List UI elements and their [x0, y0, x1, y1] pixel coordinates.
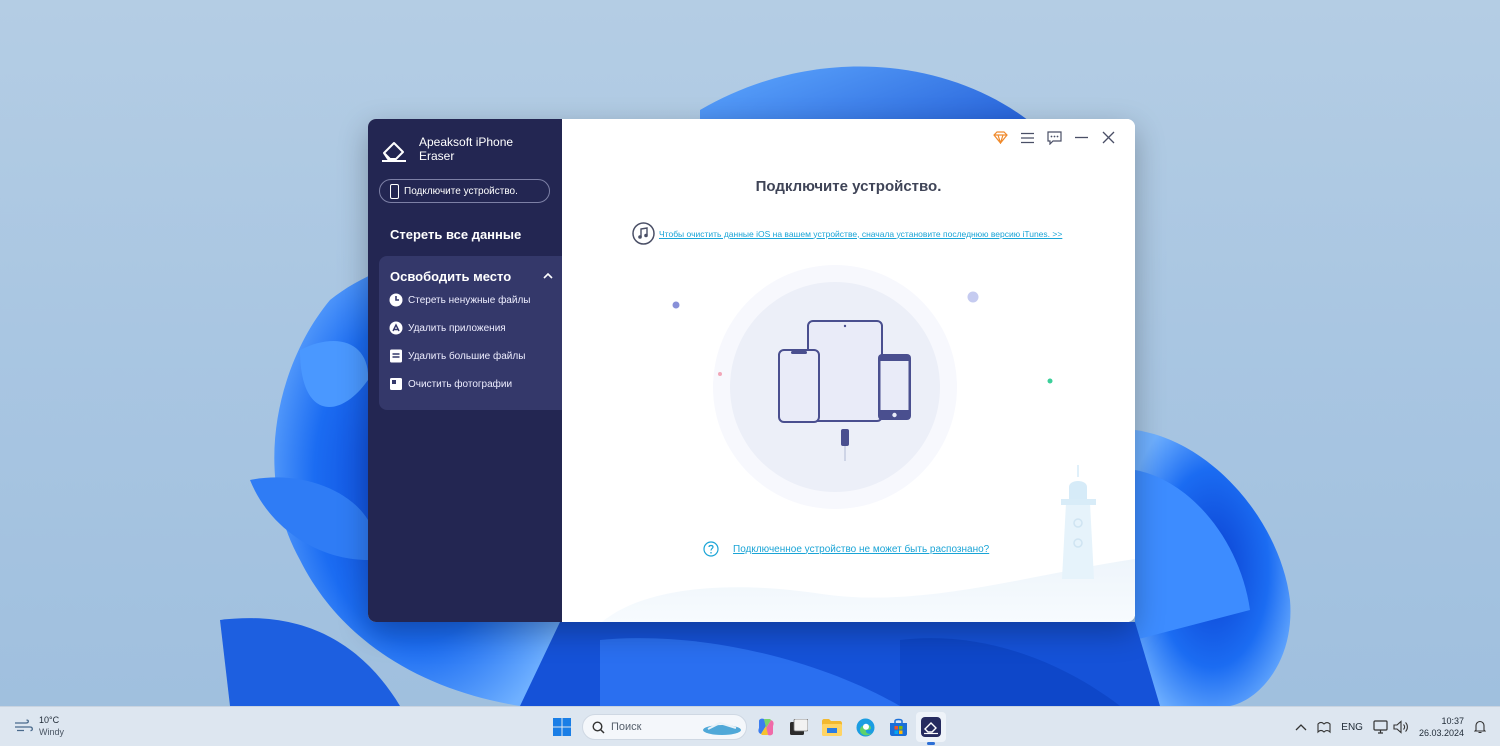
iphone-eraser-taskbar-button[interactable] — [916, 712, 946, 745]
weather-temp: 10°C — [39, 715, 60, 725]
search-highlight-image — [703, 721, 741, 735]
sidebar-item-label: Очистить фотографии — [408, 378, 513, 390]
volume-button[interactable] — [1393, 720, 1409, 734]
notifications-button[interactable] — [1474, 720, 1486, 734]
main-panel: Подключите устройство. Чтобы очистить да… — [562, 119, 1135, 622]
phone-icon — [390, 183, 399, 199]
search-placeholder: Поиск — [611, 721, 642, 733]
network-button[interactable] — [1373, 720, 1389, 734]
app-name: Apeaksoft iPhone Eraser — [419, 135, 514, 163]
file-explorer-button[interactable] — [817, 712, 847, 742]
minimize-icon[interactable] — [1073, 129, 1090, 146]
store-button[interactable] — [883, 712, 913, 742]
weather-widget[interactable]: 10°C Windy — [14, 714, 64, 738]
music-note-icon — [632, 222, 655, 245]
device-selector-label: Подключите устройство. — [404, 185, 518, 197]
chevron-up-icon — [1295, 724, 1307, 731]
app-store-icon — [389, 321, 403, 335]
diamond-icon[interactable] — [992, 129, 1009, 146]
feedback-icon[interactable] — [1046, 129, 1063, 146]
clock-date: 26.03.2024 — [1418, 728, 1464, 738]
sidebar-group-title[interactable]: Освободить место — [390, 269, 511, 284]
device-not-recognized-link[interactable]: Подключенное устройство не может быть ра… — [733, 544, 989, 555]
sidebar-item-erase-all[interactable]: Стереть все данные — [390, 227, 521, 242]
task-view-icon — [790, 719, 808, 735]
file-icon — [390, 349, 402, 363]
sidebar-item-large-files[interactable]: Удалить большие файлы — [389, 349, 525, 363]
photo-icon — [390, 378, 402, 390]
sidebar-item-label: Удалить приложения — [408, 322, 506, 334]
start-button[interactable] — [547, 712, 577, 742]
weather-desc: Windy — [39, 727, 65, 737]
page-title: Подключите устройство. — [755, 178, 942, 195]
app-brand: Apeaksoft iPhone Eraser — [380, 135, 529, 164]
sidebar-item-label: Стереть ненужные файлы — [408, 294, 531, 306]
question-icon — [703, 541, 719, 557]
speaker-icon — [1393, 720, 1408, 734]
clock-time: 10:37 — [1441, 716, 1464, 726]
language-indicator[interactable]: ENG — [1341, 722, 1363, 733]
folder-icon — [822, 718, 842, 736]
eraser-logo-icon — [382, 142, 406, 162]
taskbar-search[interactable]: Поиск — [582, 714, 747, 740]
close-icon[interactable] — [1100, 129, 1117, 146]
system-tray: ENG 10:37 26.03.2024 — [1295, 707, 1500, 746]
help-notice: Подключенное устройство не может быть ра… — [703, 541, 989, 557]
windows-icon — [553, 718, 571, 736]
store-icon — [889, 718, 907, 736]
copilot-icon — [758, 718, 774, 736]
device-selector[interactable]: Подключите устройство. — [379, 179, 550, 203]
itunes-notice: Чтобы очистить данные iOS на вашем устро… — [632, 222, 1062, 245]
clock-icon — [389, 293, 403, 307]
itunes-install-link[interactable]: Чтобы очистить данные iOS на вашем устро… — [659, 229, 1062, 239]
tray-app-button[interactable] — [1317, 721, 1331, 734]
chevron-up-icon[interactable] — [542, 270, 554, 282]
app-window: Apeaksoft iPhone Eraser Подключите устро… — [368, 119, 1135, 622]
tray-overflow-button[interactable] — [1295, 723, 1307, 731]
copilot-button[interactable] — [751, 712, 781, 742]
sidebar-item-clean-photos[interactable]: Очистить фотографии — [389, 377, 512, 391]
eraser-app-icon — [921, 717, 941, 737]
sidebar: Apeaksoft iPhone Eraser Подключите устро… — [368, 119, 562, 622]
sidebar-item-uninstall-apps[interactable]: Удалить приложения — [389, 321, 506, 335]
taskbar-apps: Поиск — [547, 712, 949, 745]
window-controls — [992, 129, 1117, 146]
menu-icon[interactable] — [1019, 129, 1036, 146]
clock[interactable]: 10:37 26.03.2024 — [1419, 715, 1464, 739]
edge-icon — [856, 718, 874, 736]
sidebar-item-junk-files[interactable]: Стереть ненужные файлы — [389, 293, 530, 307]
taskbar: 10°C Windy Поиск ENG 10:37 26.03.2024 — [0, 706, 1500, 746]
task-view-button[interactable] — [784, 712, 814, 742]
world-icon — [1317, 721, 1331, 733]
edge-button[interactable] — [850, 712, 880, 742]
monitor-network-icon — [1373, 720, 1388, 734]
bell-icon — [1474, 720, 1486, 734]
wind-icon — [15, 719, 33, 732]
sidebar-item-label: Удалить большие файлы — [408, 350, 526, 362]
sidebar-group-free-space: Освободить место Стереть ненужные файлы … — [379, 256, 562, 410]
search-icon — [592, 720, 605, 734]
